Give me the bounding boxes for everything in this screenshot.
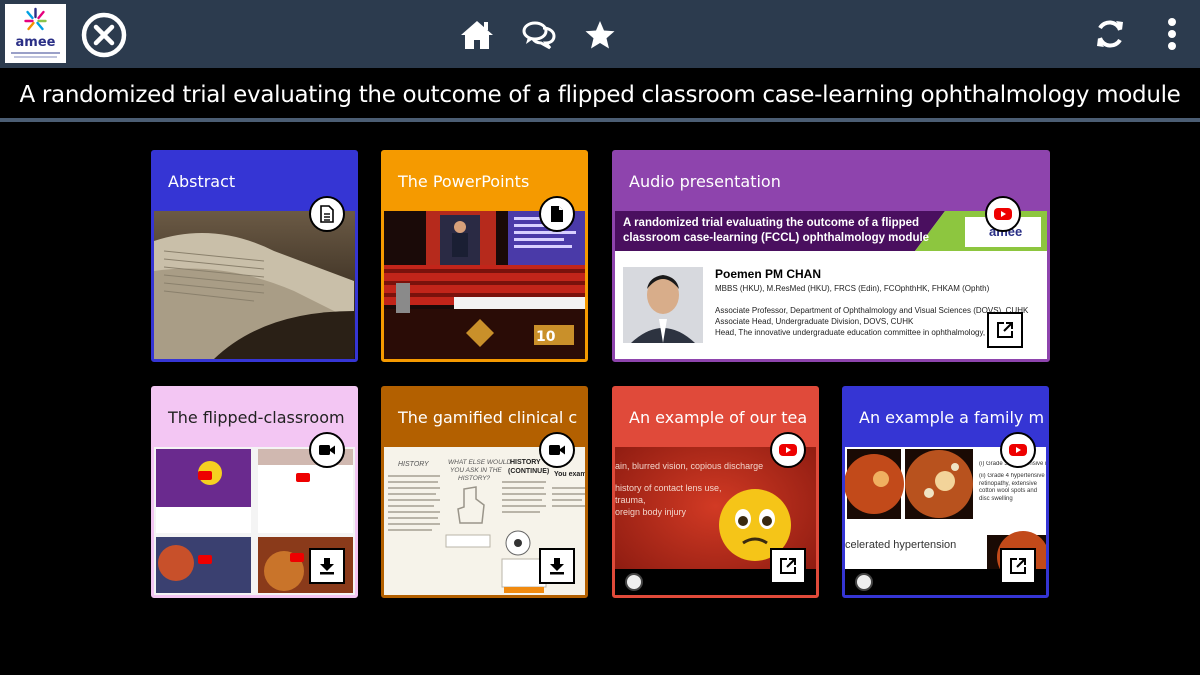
open-external-button[interactable] xyxy=(987,312,1023,348)
slide-line3: trauma, xyxy=(615,495,646,505)
open-external-button[interactable] xyxy=(1000,548,1036,584)
favorite-button[interactable] xyxy=(584,19,616,51)
tile-example-of-our-teaching[interactable]: An example of our tea ain, blurred visio… xyxy=(612,386,819,598)
document-icon xyxy=(320,205,334,223)
open-book-image xyxy=(154,211,355,359)
video-icon xyxy=(319,445,335,455)
youtube-icon xyxy=(1009,444,1027,456)
tile-thumbnail xyxy=(154,211,355,359)
download-button[interactable] xyxy=(309,548,345,584)
tile-example-family-medicine[interactable]: An example a family m (i) Grade 3 hypert… xyxy=(842,386,1049,598)
open-in-new-icon xyxy=(997,322,1013,338)
youtube-badge xyxy=(1000,432,1036,468)
slide-presenter-name: Poemen PM CHAN xyxy=(715,267,822,281)
conference-stage-image: 10 xyxy=(384,211,585,359)
file-icon xyxy=(551,206,563,222)
player-info-icon xyxy=(855,573,873,591)
tile-label: Audio presentation xyxy=(629,172,781,191)
tile-label: Abstract xyxy=(168,172,236,191)
tile-the-flipped-classroom[interactable]: The flipped-classroom xyxy=(151,386,358,598)
tile-label: An example a family m xyxy=(859,408,1045,427)
file-badge xyxy=(539,196,575,232)
tile-thumbnail: A randomized trial evaluating the outcom… xyxy=(615,211,1047,359)
youtube-badge xyxy=(770,432,806,468)
tile-header: Audio presentation xyxy=(615,153,1047,211)
download-button[interactable] xyxy=(539,548,575,584)
title-divider xyxy=(0,118,1200,122)
open-in-new-icon xyxy=(1010,558,1026,574)
more-vertical-icon xyxy=(1168,18,1176,50)
amee-logo-mark xyxy=(11,7,60,58)
chat-button[interactable] xyxy=(522,19,556,51)
tile-label: The flipped-classroom xyxy=(168,408,345,427)
document-badge xyxy=(309,196,345,232)
slide-note2: (ii) Grade 4 hypertensive retinopathy, e… xyxy=(979,473,1045,502)
slide-caption: celerated hypertension xyxy=(845,539,957,551)
slide-heading-line1: A randomized trial evaluating the outcom… xyxy=(623,217,920,229)
tile-the-powerpoints[interactable]: The PowerPoints 10 xyxy=(381,150,588,362)
doc-col3-subheading: (CONTINUE) xyxy=(508,468,550,475)
download-icon xyxy=(550,558,564,575)
tile-label: The PowerPoints xyxy=(398,172,530,191)
slide-heading-line2: classroom case-learning (FCCL) ophthalmo… xyxy=(623,232,930,244)
doc-col2-line2: YOU ASK IN THE xyxy=(450,467,502,474)
doc-col2-line1: WHAT ELSE WOULD xyxy=(448,459,512,466)
title-bar: A randomized trial evaluating the outcom… xyxy=(0,68,1200,124)
tile-audio-presentation[interactable]: Audio presentation A randomized trial ev… xyxy=(612,150,1050,362)
slide-line4: oreign body injury xyxy=(615,507,687,517)
tile-abstract[interactable]: Abstract xyxy=(151,150,358,362)
video-icon xyxy=(549,445,565,455)
slide-presenter-credentials: MBBS (HKU), M.ResMed (HKU), FRCS (Edin),… xyxy=(715,284,990,293)
tile-thumbnail: 10 xyxy=(384,211,585,359)
refresh-button[interactable] xyxy=(1094,18,1126,50)
video-badge xyxy=(539,432,575,468)
close-circle-icon xyxy=(81,12,127,58)
open-in-new-icon xyxy=(780,558,796,574)
refresh-icon xyxy=(1097,20,1123,48)
tile-label: The gamified clinical c xyxy=(398,408,578,427)
star-icon xyxy=(585,21,615,49)
home-button[interactable] xyxy=(460,19,494,51)
slide-line2: history of contact lens use, xyxy=(615,483,722,493)
close-button[interactable] xyxy=(80,11,128,59)
doc-col2-line3: HISTORY? xyxy=(458,475,491,482)
youtube-badge xyxy=(985,196,1021,232)
tile-the-gamified-clinical[interactable]: The gamified clinical c HISTORY WHAT ELS… xyxy=(381,386,588,598)
youtube-icon xyxy=(779,444,797,456)
video-badge xyxy=(309,432,345,468)
more-options-button[interactable] xyxy=(1160,16,1184,52)
doc-col3-heading: HISTORY xyxy=(510,459,541,466)
tile-label: An example of our tea xyxy=(629,408,808,427)
svg-text:10: 10 xyxy=(536,329,556,345)
youtube-icon xyxy=(994,208,1012,220)
chat-bubbles-icon xyxy=(522,21,556,50)
doc-col1-heading: HISTORY xyxy=(398,461,429,468)
open-external-button[interactable] xyxy=(770,548,806,584)
amee-logo-text: amee xyxy=(15,35,56,50)
download-icon xyxy=(320,558,334,575)
amee-logo: amee xyxy=(5,4,66,63)
top-bar: amee xyxy=(0,0,1200,68)
page-title: A randomized trial evaluating the outcom… xyxy=(19,82,1181,108)
doc-col4-heading: You examin xyxy=(554,471,585,478)
player-info-icon xyxy=(625,573,643,591)
home-icon xyxy=(461,21,493,49)
